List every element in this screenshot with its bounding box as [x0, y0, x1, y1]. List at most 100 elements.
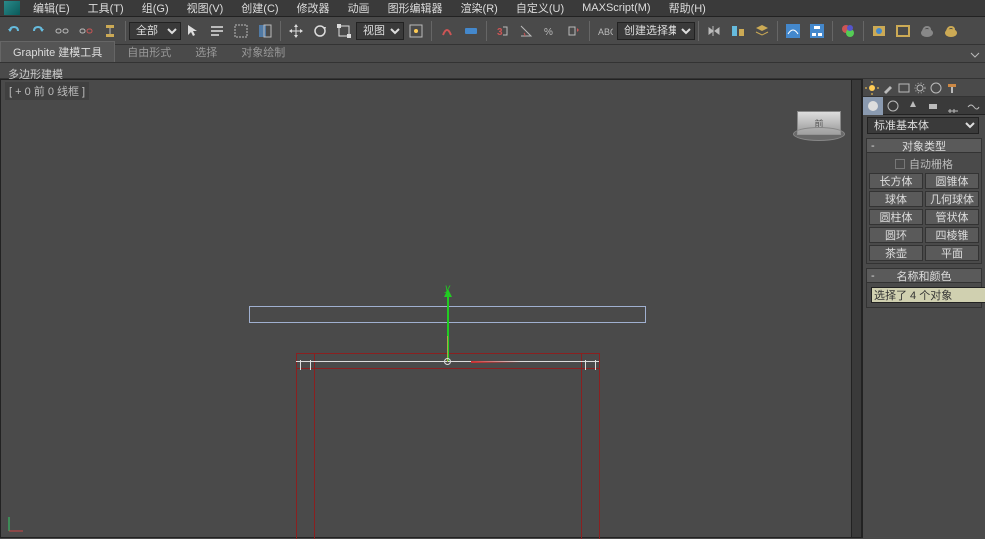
schematic-icon[interactable]	[806, 20, 828, 42]
hammer-icon[interactable]	[945, 81, 959, 95]
prim-geosphere-button[interactable]: 几何球体	[925, 191, 979, 207]
render-icon[interactable]	[916, 20, 938, 42]
prim-box-button[interactable]: 长方体	[869, 173, 923, 189]
axis-indicator-icon	[7, 513, 27, 533]
autogrid-checkbox[interactable]: 自动栅格	[869, 155, 979, 173]
menu-maxscript[interactable]: MAXScript(M)	[573, 2, 659, 14]
angle-snap-icon[interactable]	[515, 20, 537, 42]
brush-icon[interactable]	[881, 81, 895, 95]
ribbon-tab-graphite[interactable]: Graphite 建模工具	[0, 41, 115, 62]
render-setup-icon[interactable]	[868, 20, 890, 42]
prim-plane-button[interactable]: 平面	[925, 245, 979, 261]
viewport-scrollbar[interactable]	[851, 80, 861, 537]
separator-icon	[832, 21, 833, 41]
prim-sphere-button[interactable]: 球体	[869, 191, 923, 207]
bind-icon[interactable]	[99, 20, 121, 42]
cmd-tab-helpers[interactable]	[943, 97, 963, 115]
cmd-tab-lights[interactable]	[903, 97, 923, 115]
window-crossing-icon[interactable]	[254, 20, 276, 42]
gizmo-center-icon[interactable]	[444, 358, 451, 365]
ribbon-tab-objpaint[interactable]: 对象绘制	[229, 42, 297, 62]
menu-tools[interactable]: 工具(T)	[79, 0, 133, 16]
align-icon[interactable]	[727, 20, 749, 42]
spinner-snap-icon[interactable]	[563, 20, 585, 42]
undo-icon[interactable]	[3, 20, 25, 42]
prim-teapot-button[interactable]: 茶壶	[869, 245, 923, 261]
ribbon-tab-select[interactable]: 选择	[183, 42, 229, 62]
main-toolbar: 全部 视图 3 % ABC 创建选择集	[0, 17, 985, 45]
named-sel-select[interactable]: 创建选择集	[617, 22, 695, 40]
primitive-category-select[interactable]: 标准基本体	[867, 117, 979, 134]
rollout-header[interactable]: -对象类型	[866, 138, 982, 153]
scene-object-line[interactable]	[296, 368, 599, 369]
rollout-header[interactable]: -名称和颜色	[866, 268, 982, 283]
cmd-tab-space[interactable]	[963, 97, 983, 115]
prim-cone-button[interactable]: 圆锥体	[925, 173, 979, 189]
prim-cylinder-button[interactable]: 圆柱体	[869, 209, 923, 225]
selection-filter-select[interactable]: 全部	[129, 22, 181, 40]
render-prod-icon[interactable]	[940, 20, 962, 42]
select-name-icon[interactable]	[206, 20, 228, 42]
menu-create[interactable]: 创建(C)	[232, 0, 287, 16]
menu-custom[interactable]: 自定义(U)	[507, 0, 573, 16]
menu-anim[interactable]: 动画	[339, 0, 379, 16]
scale-icon[interactable]	[333, 20, 355, 42]
curve-editor-icon[interactable]	[782, 20, 804, 42]
scene-object-line[interactable]	[599, 353, 600, 539]
mirror-icon[interactable]	[703, 20, 725, 42]
cmd-tab-geometry[interactable]	[863, 97, 883, 115]
util-icon[interactable]	[929, 81, 943, 95]
percent-snap-icon[interactable]: %	[539, 20, 561, 42]
render-frame-icon[interactable]	[892, 20, 914, 42]
separator-icon	[125, 21, 126, 41]
snap-icon[interactable]: 3	[491, 20, 513, 42]
menu-render[interactable]: 渲染(R)	[452, 0, 507, 16]
unlink-icon[interactable]	[75, 20, 97, 42]
menu-modifier[interactable]: 修改器	[288, 0, 339, 16]
manipulate-icon[interactable]	[436, 20, 458, 42]
prim-torus-button[interactable]: 圆环	[869, 227, 923, 243]
viewcube[interactable]: 前	[797, 105, 841, 149]
named-sel-icon[interactable]: ABC	[594, 20, 616, 42]
ribbon-tabs: Graphite 建模工具 自由形式 选择 对象绘制	[0, 45, 985, 63]
menu-group[interactable]: 组(G)	[133, 0, 178, 16]
display-icon[interactable]	[897, 81, 911, 95]
scene-object-line[interactable]	[296, 353, 297, 539]
pivot-icon[interactable]	[405, 20, 427, 42]
viewport-label[interactable]: [ + 0 前 0 线框 ]	[5, 82, 89, 100]
keymode-icon[interactable]	[460, 20, 482, 42]
prim-pyramid-button[interactable]: 四棱锥	[925, 227, 979, 243]
rotate-icon[interactable]	[309, 20, 331, 42]
scene-object-line[interactable]	[314, 353, 315, 539]
ribbon-tab-freeform[interactable]: 自由形式	[115, 42, 183, 62]
redo-icon[interactable]	[27, 20, 49, 42]
scene-object-line[interactable]	[581, 353, 582, 539]
cmd-top-icons	[863, 79, 985, 97]
link-icon[interactable]	[51, 20, 73, 42]
menu-grapheditor[interactable]: 图形编辑器	[379, 0, 452, 16]
gizmo-x-axis-icon[interactable]	[471, 361, 521, 363]
separator-icon	[589, 21, 590, 41]
material-editor-icon[interactable]	[837, 20, 859, 42]
svg-text:%: %	[544, 27, 553, 38]
menu-help[interactable]: 帮助(H)	[660, 0, 715, 16]
ref-coord-select[interactable]: 视图	[356, 22, 404, 40]
sun-icon[interactable]	[865, 81, 879, 95]
cmd-tab-cameras[interactable]	[923, 97, 943, 115]
layers-icon[interactable]	[751, 20, 773, 42]
cmd-tab-shapes[interactable]	[883, 97, 903, 115]
separator-icon	[280, 21, 281, 41]
gear-icon[interactable]	[913, 81, 927, 95]
move-icon[interactable]	[285, 20, 307, 42]
select-region-icon[interactable]	[230, 20, 252, 42]
prim-tube-button[interactable]: 管状体	[925, 209, 979, 225]
viewcube-ring-icon[interactable]	[793, 127, 845, 141]
menu-bar: 编辑(E) 工具(T) 组(G) 视图(V) 创建(C) 修改器 动画 图形编辑…	[0, 0, 985, 17]
ribbon-expand-icon[interactable]	[966, 48, 984, 62]
select-icon[interactable]	[182, 20, 204, 42]
viewport-front[interactable]: [ + 0 前 0 线框 ] 前 y	[0, 79, 862, 538]
object-name-input[interactable]	[871, 287, 985, 303]
app-logo-icon	[4, 1, 20, 15]
menu-edit[interactable]: 编辑(E)	[24, 0, 79, 16]
menu-view[interactable]: 视图(V)	[178, 0, 233, 16]
